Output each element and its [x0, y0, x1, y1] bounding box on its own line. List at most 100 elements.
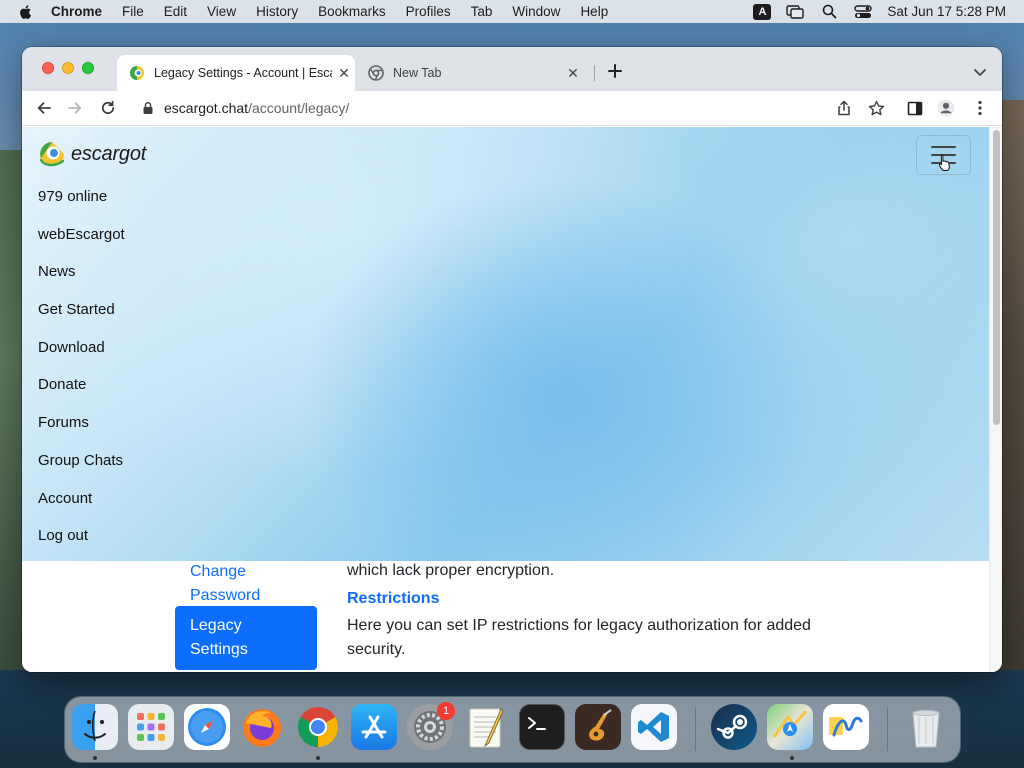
- fullscreen-window-button[interactable]: [82, 62, 94, 74]
- screen-mirroring-icon[interactable]: [785, 4, 805, 20]
- profile-avatar-icon: [937, 99, 955, 117]
- reload-button[interactable]: [99, 99, 117, 117]
- nav-account[interactable]: Account: [38, 480, 125, 518]
- dock: 1: [65, 697, 960, 762]
- nav-download[interactable]: Download: [38, 329, 125, 367]
- tab-strip: Legacy Settings - Account | Escargot ✕ N…: [22, 47, 1002, 91]
- web-page: Change Password Legacy Settings which la…: [22, 127, 989, 672]
- window-controls: [42, 62, 94, 74]
- restrictions-description: Here you can set IP restrictions for leg…: [347, 617, 811, 658]
- menu-clock[interactable]: Sat Jun 17 5:28 PM: [887, 4, 1006, 19]
- menu-view[interactable]: View: [207, 4, 236, 19]
- running-indicator: [93, 756, 97, 760]
- nav-log-out[interactable]: Log out: [38, 517, 125, 555]
- change-password-link[interactable]: Change Password: [190, 560, 300, 608]
- dock-firefox-icon[interactable]: [239, 704, 285, 750]
- side-panel-icon: [907, 101, 923, 115]
- running-indicator: [790, 756, 794, 760]
- nav-online-count[interactable]: 979 online: [38, 178, 125, 216]
- apple-menu-icon[interactable]: [18, 4, 34, 20]
- chrome-window: Legacy Settings - Account | Escargot ✕ N…: [22, 47, 1002, 672]
- back-button[interactable]: [35, 99, 53, 117]
- plus-icon: [608, 64, 622, 78]
- menu-edit[interactable]: Edit: [164, 4, 187, 19]
- profile-button[interactable]: [937, 99, 955, 117]
- tab-new-tab[interactable]: New Tab ✕: [360, 55, 592, 91]
- site-brand[interactable]: escargot: [39, 140, 146, 168]
- notification-badge: 1: [437, 702, 455, 720]
- escargot-logo-icon: [39, 142, 65, 167]
- menu-app-chrome[interactable]: Chrome: [51, 4, 102, 19]
- mobile-nav-menu: escargot 979 online webEscargot News Get…: [22, 127, 989, 561]
- nav-webescargot[interactable]: webEscargot: [38, 216, 125, 254]
- dock-launchpad-icon[interactable]: [128, 704, 174, 750]
- tab-search-chevron-icon[interactable]: [972, 64, 988, 80]
- dock-chrome-icon[interactable]: [295, 704, 341, 750]
- browser-toolbar: escargot.chat/account/legacy/: [22, 91, 1002, 126]
- tab-title: New Tab: [393, 66, 442, 80]
- input-source-indicator[interactable]: A: [753, 3, 772, 20]
- nav-group-chats[interactable]: Group Chats: [38, 442, 125, 480]
- nav-news[interactable]: News: [38, 253, 125, 291]
- control-center-icon[interactable]: [853, 4, 873, 20]
- chrome-menu-button[interactable]: [971, 99, 989, 117]
- menu-window[interactable]: Window: [512, 4, 560, 19]
- scrollbar-thumb[interactable]: [993, 130, 1000, 425]
- pointer-cursor-icon: [938, 154, 950, 171]
- nav-get-started[interactable]: Get Started: [38, 291, 125, 329]
- nav-forums[interactable]: Forums: [38, 404, 125, 442]
- dock-textedit-icon[interactable]: [463, 704, 509, 750]
- dock-terminal-icon[interactable]: [519, 704, 565, 750]
- dock-finder-icon[interactable]: [72, 704, 118, 750]
- arrow-right-icon: [68, 102, 82, 114]
- address-bar[interactable]: escargot.chat/account/legacy/: [132, 94, 862, 122]
- url-host: escargot.chat: [164, 100, 249, 116]
- dock-safari-icon[interactable]: [184, 704, 230, 750]
- new-tab-button[interactable]: [606, 62, 624, 80]
- dock-vscode-icon[interactable]: [631, 704, 677, 750]
- legacy-settings-link[interactable]: Legacy Settings: [175, 606, 317, 670]
- share-icon: [838, 100, 850, 116]
- dock-trash-icon[interactable]: [903, 704, 949, 750]
- side-panel-button[interactable]: [906, 99, 924, 117]
- share-button[interactable]: [835, 99, 853, 117]
- menu-help[interactable]: Help: [580, 4, 608, 19]
- spotlight-search-icon[interactable]: [819, 4, 839, 20]
- escargot-favicon-icon: [130, 66, 144, 80]
- restrictions-heading: Restrictions: [347, 590, 440, 607]
- lock-icon[interactable]: [142, 101, 154, 115]
- site-brand-name: escargot: [71, 142, 147, 165]
- site-nav-list: 979 online webEscargot News Get Started …: [38, 178, 125, 555]
- dock-separator: [695, 707, 696, 751]
- dock-app-store-icon[interactable]: [351, 704, 397, 750]
- dock-system-preferences-icon[interactable]: 1: [407, 702, 455, 750]
- page-scrollbar[interactable]: [989, 127, 1002, 672]
- dock-maps-icon[interactable]: [767, 704, 813, 750]
- menu-profiles[interactable]: Profiles: [406, 4, 451, 19]
- reload-icon: [101, 100, 115, 115]
- menu-file[interactable]: File: [122, 4, 144, 19]
- forward-button[interactable]: [66, 99, 84, 117]
- content-partial-text: which lack proper encryption.: [347, 562, 555, 579]
- nav-donate[interactable]: Donate: [38, 366, 125, 404]
- close-tab-icon[interactable]: ✕: [565, 65, 581, 81]
- tab-separator: [594, 65, 595, 81]
- dock-steam-icon[interactable]: [711, 704, 757, 750]
- dock-garageband-icon[interactable]: [575, 704, 621, 750]
- more-vertical-icon: [978, 100, 982, 116]
- close-tab-icon[interactable]: ✕: [336, 65, 352, 81]
- arrow-left-icon: [37, 102, 51, 114]
- menu-history[interactable]: History: [256, 4, 298, 19]
- bookmark-button[interactable]: [867, 99, 885, 117]
- menu-tab[interactable]: Tab: [471, 4, 493, 19]
- hamburger-line: [931, 146, 956, 148]
- chrome-favicon-icon: [368, 65, 384, 81]
- running-indicator: [316, 756, 320, 760]
- tab-legacy-settings[interactable]: Legacy Settings - Account | Escargot ✕: [117, 55, 355, 91]
- menu-bar: Chrome File Edit View History Bookmarks …: [0, 0, 1024, 23]
- star-icon: [868, 100, 884, 115]
- minimize-window-button[interactable]: [62, 62, 74, 74]
- dock-freeform-icon[interactable]: [823, 704, 869, 750]
- menu-bookmarks[interactable]: Bookmarks: [318, 4, 386, 19]
- close-window-button[interactable]: [42, 62, 54, 74]
